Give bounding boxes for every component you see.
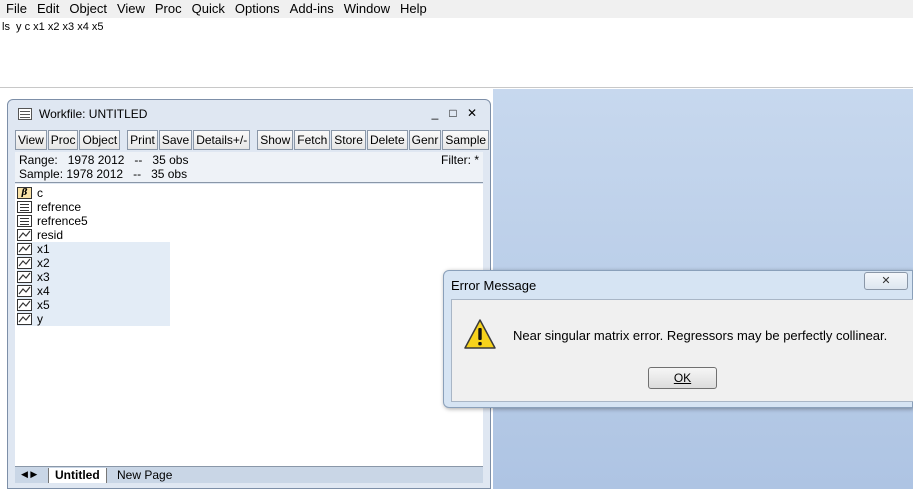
menu-view[interactable]: View <box>112 1 150 17</box>
error-dialog: Error Message ✕ Near singular matrix err… <box>443 270 913 408</box>
object-name: refrence <box>37 200 82 214</box>
close-icon[interactable]: ✕ <box>465 106 479 120</box>
tab-untitled[interactable]: Untitled <box>48 468 107 483</box>
workfile-object-list: β c refrence refrence5 resid x1 x2 x3 x4… <box>15 184 483 466</box>
ok-button[interactable]: OK <box>648 367 717 389</box>
object-name: x2 <box>37 256 50 270</box>
menu-proc[interactable]: Proc <box>150 1 187 17</box>
object-name: x4 <box>37 284 50 298</box>
list-item[interactable]: x3 <box>17 270 170 284</box>
list-item[interactable]: y <box>17 312 170 326</box>
series-icon <box>17 243 32 255</box>
workfile-window: Workfile: UNTITLED _ □ ✕ View Proc Objec… <box>7 99 491 489</box>
menu-quick[interactable]: Quick <box>187 1 230 17</box>
menu-help[interactable]: Help <box>395 1 432 17</box>
show-button[interactable]: Show <box>257 130 294 150</box>
list-item[interactable]: β c <box>17 186 43 200</box>
dialog-title: Error Message <box>451 278 537 293</box>
fetch-button[interactable]: Fetch <box>294 130 331 150</box>
delete-button[interactable]: Delete <box>366 130 408 150</box>
series-icon <box>17 313 32 325</box>
object-name: x1 <box>37 242 50 256</box>
sample-button[interactable]: Sample <box>442 130 490 150</box>
menu-window[interactable]: Window <box>339 1 395 17</box>
menu-object[interactable]: Object <box>64 1 112 17</box>
object-name: resid <box>37 228 64 242</box>
series-icon <box>17 271 32 283</box>
list-item[interactable]: x2 <box>17 256 170 270</box>
workfile-titlebar[interactable]: Workfile: UNTITLED _ □ ✕ <box>8 100 490 128</box>
equation-icon <box>17 201 32 213</box>
coef-icon: β <box>17 187 32 199</box>
genr-button[interactable]: Genr <box>408 130 442 150</box>
menu-add-ins[interactable]: Add-ins <box>285 1 339 17</box>
series-icon <box>17 299 32 311</box>
maximize-icon[interactable]: □ <box>446 106 460 120</box>
proc-button[interactable]: Proc <box>47 130 79 150</box>
series-icon <box>17 229 32 241</box>
error-message: Near singular matrix error. Regressors m… <box>513 328 888 343</box>
object-name: c <box>37 186 43 200</box>
tab-scroll-arrows[interactable]: ◀ ▶ <box>21 469 37 480</box>
menu-options[interactable]: Options <box>230 1 285 17</box>
list-item[interactable]: x4 <box>17 284 170 298</box>
list-item[interactable]: refrence5 <box>17 214 88 228</box>
command-window[interactable]: ls y c x1 x2 x3 x4 x5 <box>0 18 913 88</box>
store-button[interactable]: Store <box>331 130 366 150</box>
filter-text[interactable]: Filter: * <box>441 153 479 167</box>
sample-text[interactable]: Sample: 1978 2012 -- 35 obs <box>19 167 187 181</box>
save-button[interactable]: Save <box>158 130 193 150</box>
workfile-toolbar: View Proc Object Print Save Details+/- S… <box>15 130 490 150</box>
minimize-icon[interactable]: _ <box>428 106 442 120</box>
tab-new-page[interactable]: New Page <box>111 468 178 483</box>
view-button[interactable]: View <box>15 130 47 150</box>
list-item[interactable]: refrence <box>17 200 81 214</box>
object-button[interactable]: Object <box>79 130 121 150</box>
object-name: y <box>37 312 43 326</box>
close-icon[interactable]: ✕ <box>864 272 908 290</box>
range-text[interactable]: Range: 1978 2012 -- 35 obs <box>19 153 188 167</box>
page-tab-bar: ◀ ▶ Untitled New Page <box>15 466 483 483</box>
menu-edit[interactable]: Edit <box>32 1 64 17</box>
series-icon <box>17 257 32 269</box>
warning-icon <box>463 318 497 353</box>
workfile-icon <box>18 108 32 120</box>
list-item[interactable]: resid <box>17 228 63 242</box>
dialog-body: Near singular matrix error. Regressors m… <box>451 299 913 402</box>
menu-file[interactable]: File <box>2 1 32 17</box>
object-name: refrence5 <box>37 214 88 228</box>
workfile-title: Workfile: UNTITLED <box>39 107 148 121</box>
object-name: x3 <box>37 270 50 284</box>
list-item[interactable]: x1 <box>17 242 170 256</box>
details-button[interactable]: Details+/- <box>193 130 251 150</box>
command-text[interactable]: ls y c x1 x2 x3 x4 x5 <box>2 21 103 33</box>
print-button[interactable]: Print <box>127 130 158 150</box>
series-icon <box>17 285 32 297</box>
menu-bar: File Edit Object View Proc Quick Options… <box>0 0 913 18</box>
object-name: x5 <box>37 298 50 312</box>
equation-icon <box>17 215 32 227</box>
workfile-info-panel: Range: 1978 2012 -- 35 obs Sample: 1978 … <box>15 152 483 183</box>
list-item[interactable]: x5 <box>17 298 170 312</box>
